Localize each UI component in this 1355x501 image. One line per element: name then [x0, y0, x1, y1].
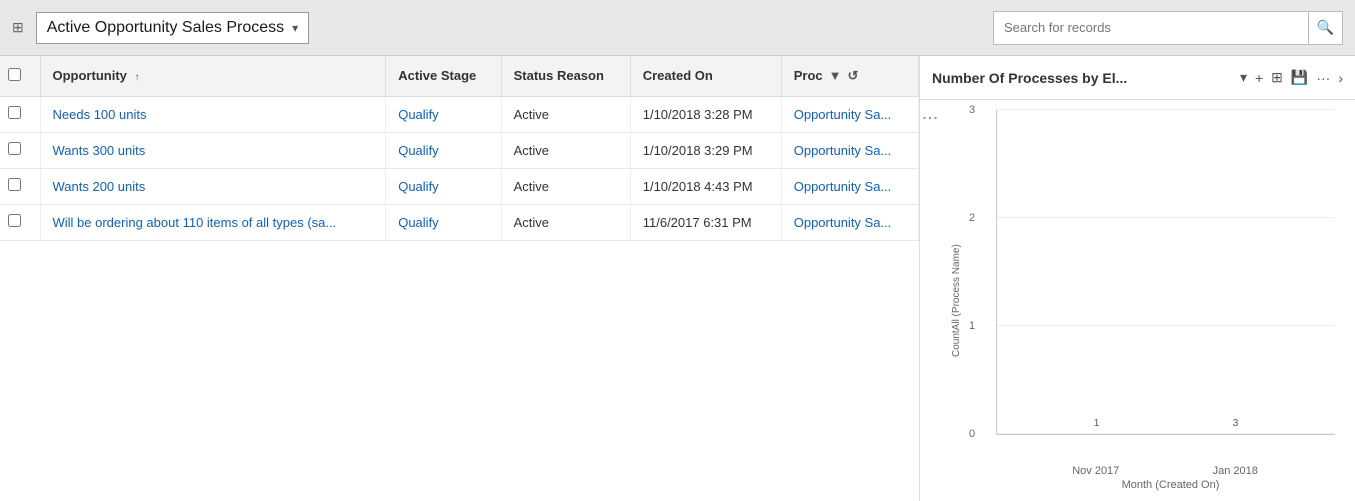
- row-created-on: 1/10/2018 3:29 PM: [630, 132, 781, 168]
- chart-save-icon[interactable]: 💾: [1291, 69, 1308, 86]
- chart-title: Number Of Processes by El...: [932, 70, 1232, 86]
- chart-expand-icon[interactable]: ›: [1338, 70, 1343, 86]
- row-checkbox[interactable]: [8, 178, 21, 191]
- row-active-stage: Qualify: [386, 132, 501, 168]
- th-process-label: Proc: [794, 68, 823, 83]
- x-labels: Nov 2017 Jan 2018: [996, 465, 1335, 477]
- opportunity-link[interactable]: Wants 300 units: [53, 143, 146, 158]
- bar-value-label: 1: [1094, 418, 1100, 429]
- header-bar: ⊞ Active Opportunity Sales Process ▾ 🔍: [0, 0, 1355, 56]
- row-status-reason: Active: [501, 168, 630, 204]
- row-checkbox-cell: [0, 204, 40, 240]
- th-opportunity-label: Opportunity: [53, 68, 127, 83]
- dots-icon[interactable]: ⋮: [920, 110, 939, 491]
- search-container: 🔍: [993, 11, 1343, 45]
- th-created-on: Created On: [630, 56, 781, 96]
- row-checkbox[interactable]: [8, 214, 21, 227]
- row-created-on: 11/6/2017 6:31 PM: [630, 204, 781, 240]
- row-process: Opportunity Sa...: [781, 96, 918, 132]
- chart-header: Number Of Processes by El... ▾ + ⊞ 💾 ···…: [920, 56, 1355, 100]
- chart-layout-icon[interactable]: ⊞: [1271, 69, 1283, 86]
- bars-container: 13: [997, 110, 1335, 434]
- row-active-stage: Qualify: [386, 96, 501, 132]
- chart-add-icon[interactable]: +: [1255, 70, 1263, 86]
- table-row: Wants 300 units Qualify Active 1/10/2018…: [0, 132, 919, 168]
- table-row: Needs 100 units Qualify Active 1/10/2018…: [0, 96, 919, 132]
- active-stage-link[interactable]: Qualify: [398, 107, 438, 122]
- refresh-icon[interactable]: ↺: [848, 68, 859, 84]
- active-stage-link[interactable]: Qualify: [398, 215, 438, 230]
- opportunity-link[interactable]: Will be ordering about 110 items of all …: [53, 215, 337, 230]
- row-opportunity: Wants 300 units: [40, 132, 386, 168]
- y-tick-label: 3: [969, 104, 975, 116]
- th-active-stage: Active Stage: [386, 56, 501, 96]
- row-opportunity: Will be ordering about 110 items of all …: [40, 204, 386, 240]
- row-status-reason: Active: [501, 132, 630, 168]
- row-opportunity: Wants 200 units: [40, 168, 386, 204]
- row-process: Opportunity Sa...: [781, 132, 918, 168]
- row-created-on: 1/10/2018 4:43 PM: [630, 168, 781, 204]
- chart-area: Number Of Processes by El... ▾ + ⊞ 💾 ···…: [920, 56, 1355, 501]
- process-link[interactable]: Opportunity Sa...: [794, 179, 892, 194]
- sort-icon[interactable]: ↑: [135, 72, 140, 83]
- y-tick-label: 2: [969, 212, 975, 224]
- page-title: Active Opportunity Sales Process: [47, 19, 284, 37]
- row-process: Opportunity Sa...: [781, 204, 918, 240]
- x-label: Nov 2017: [1066, 465, 1126, 477]
- title-dropdown[interactable]: Active Opportunity Sales Process ▾: [36, 12, 309, 44]
- row-active-stage: Qualify: [386, 204, 501, 240]
- search-button[interactable]: 🔍: [1308, 12, 1342, 44]
- row-checkbox-cell: [0, 132, 40, 168]
- row-created-on: 1/10/2018 3:28 PM: [630, 96, 781, 132]
- active-stage-link[interactable]: Qualify: [398, 179, 438, 194]
- filter-icon[interactable]: ▼: [829, 68, 842, 83]
- nav-icon: ⊞: [12, 19, 24, 36]
- y-tick-label: 0: [969, 428, 975, 440]
- row-status-reason: Active: [501, 204, 630, 240]
- opportunity-link[interactable]: Wants 200 units: [53, 179, 146, 194]
- search-input[interactable]: [994, 16, 1308, 39]
- x-label: Jan 2018: [1205, 465, 1265, 477]
- th-status-reason: Status Reason: [501, 56, 630, 96]
- table-area: Opportunity ↑ Active Stage Status Reason…: [0, 56, 920, 501]
- th-opportunity: Opportunity ↑: [40, 56, 386, 96]
- row-opportunity: Needs 100 units: [40, 96, 386, 132]
- th-checkbox: [0, 56, 40, 96]
- chart-body: ⋮ CountAll (Process Name) 012313 Nov 201…: [920, 100, 1355, 501]
- chart-chevron-icon[interactable]: ▾: [1240, 69, 1247, 86]
- th-status-reason-label: Status Reason: [514, 68, 604, 83]
- table-header-row: Opportunity ↑ Active Stage Status Reason…: [0, 56, 919, 96]
- title-chevron-icon: ▾: [292, 21, 298, 35]
- th-active-stage-label: Active Stage: [398, 68, 476, 83]
- bar-value-label: 3: [1233, 418, 1239, 429]
- table-row: Wants 200 units Qualify Active 1/10/2018…: [0, 168, 919, 204]
- process-link[interactable]: Opportunity Sa...: [794, 107, 892, 122]
- y-tick-label: 1: [969, 320, 975, 332]
- row-process: Opportunity Sa...: [781, 168, 918, 204]
- th-process: Proc ▼ ↺: [781, 56, 918, 96]
- select-all-checkbox[interactable]: [8, 68, 21, 81]
- table-body: Needs 100 units Qualify Active 1/10/2018…: [0, 96, 919, 240]
- process-link[interactable]: Opportunity Sa...: [794, 215, 892, 230]
- main-content: Opportunity ↑ Active Stage Status Reason…: [0, 56, 1355, 501]
- active-stage-link[interactable]: Qualify: [398, 143, 438, 158]
- row-checkbox-cell: [0, 168, 40, 204]
- y-axis-label: CountAll (Process Name): [947, 110, 966, 491]
- row-status-reason: Active: [501, 96, 630, 132]
- process-link[interactable]: Opportunity Sa...: [794, 143, 892, 158]
- chart-more-icon[interactable]: ···: [1316, 70, 1330, 86]
- th-created-on-label: Created On: [643, 68, 713, 83]
- row-checkbox-cell: [0, 96, 40, 132]
- table-row: Will be ordering about 110 items of all …: [0, 204, 919, 240]
- opportunity-link[interactable]: Needs 100 units: [53, 107, 147, 122]
- row-active-stage: Qualify: [386, 168, 501, 204]
- data-table: Opportunity ↑ Active Stage Status Reason…: [0, 56, 919, 241]
- chart-plot: 012313: [996, 110, 1335, 435]
- row-checkbox[interactable]: [8, 106, 21, 119]
- row-checkbox[interactable]: [8, 142, 21, 155]
- x-axis-label: Month (Created On): [996, 479, 1345, 491]
